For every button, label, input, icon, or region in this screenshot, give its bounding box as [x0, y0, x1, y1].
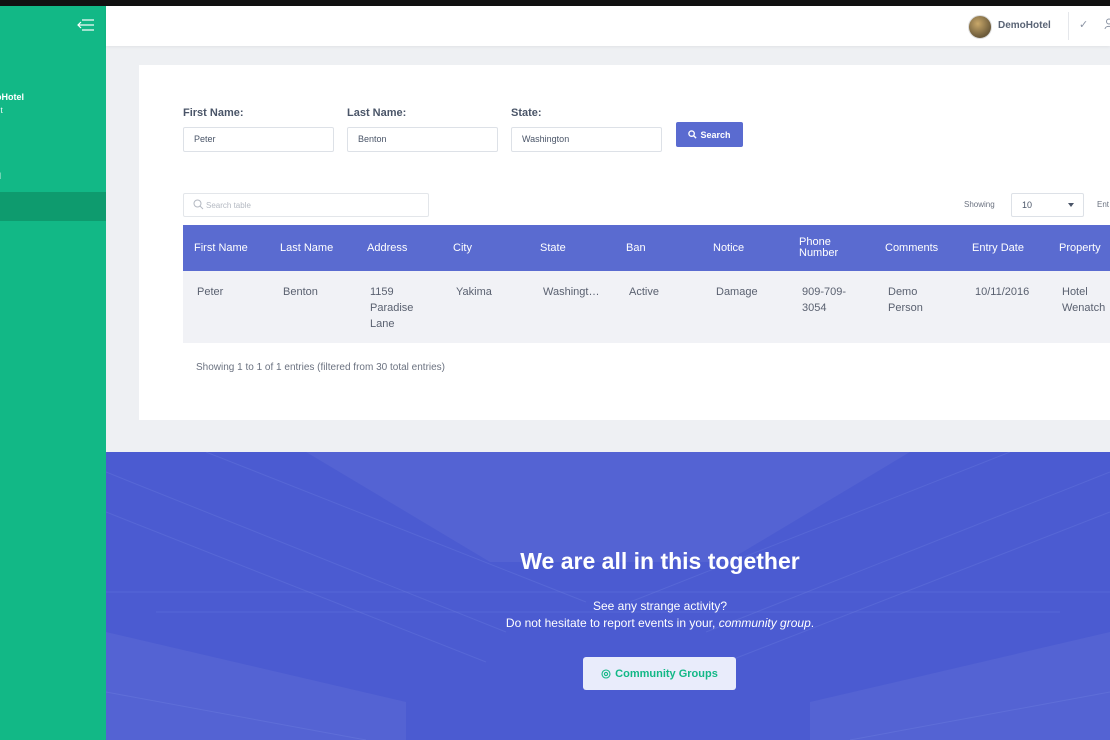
search-icon	[688, 130, 698, 139]
first-name-label: First Name:	[183, 107, 244, 119]
sidebar-item-3[interactable]: s	[0, 279, 106, 308]
avatar[interactable]	[968, 15, 992, 39]
last-name-label: Last Name:	[347, 107, 407, 119]
table-info: Showing 1 to 1 of 1 entries (filtered fr…	[196, 362, 446, 373]
table-search[interactable]	[183, 193, 429, 217]
first-name-input[interactable]: Peter	[183, 127, 334, 152]
column-header[interactable]: First Name	[194, 225, 248, 271]
column-header[interactable]: Entry Date	[972, 225, 1024, 271]
sidebar-item-search[interactable]: h	[0, 192, 106, 221]
state-label: State:	[511, 107, 542, 119]
community-groups-label: Community Groups	[615, 667, 718, 680]
table-cell: 909-709-3054	[802, 286, 847, 314]
sidebar-user-link[interactable]: ut	[0, 106, 3, 115]
search-button[interactable]: Search	[676, 122, 743, 147]
banner-background-image	[106, 452, 1110, 740]
banner-text: See any strange activity?	[592, 599, 728, 613]
column-header[interactable]: Comments	[885, 225, 938, 271]
topbar-divider	[1068, 12, 1069, 40]
table-cell: Damage	[716, 286, 758, 298]
topbar-user-name[interactable]: DemoHotel	[998, 20, 1051, 31]
banner-title: We are all in this together	[520, 548, 800, 574]
table-cell: 1159 Paradise Lane	[370, 286, 414, 330]
user-icon[interactable]	[1104, 18, 1110, 30]
state-input[interactable]: Washington	[511, 127, 662, 152]
table-header: First Name Last Name Address City State …	[183, 225, 1110, 271]
column-header[interactable]: Notice	[713, 225, 744, 271]
search-card: First Name: Last Name: State: Peter Bent…	[139, 65, 1110, 420]
banner-text-suffix: .	[810, 616, 815, 630]
sidebar-user-name: oHotel	[0, 92, 24, 102]
table-cell: Active	[629, 286, 659, 298]
column-header[interactable]: Address	[367, 225, 407, 271]
column-header[interactable]: Property	[1059, 225, 1101, 271]
last-name-input[interactable]: Benton	[347, 127, 498, 152]
check-icon[interactable]: ✓	[1079, 18, 1088, 31]
column-header[interactable]: Last Name	[280, 225, 333, 271]
table-cell: Demo Person	[888, 286, 923, 314]
table-row[interactable]: Peter Benton 1159 Paradise Lane Yakima W…	[183, 271, 1110, 343]
sidebar-item-0[interactable]: N	[0, 131, 106, 160]
column-header[interactable]: State	[540, 225, 566, 271]
table-search-input[interactable]	[206, 197, 406, 213]
column-header[interactable]: Phone Number	[799, 225, 859, 271]
table-cell: Peter	[197, 286, 224, 298]
sidebar-item-label: rd	[0, 171, 1, 181]
column-header[interactable]: Ban	[626, 225, 646, 271]
search-icon	[193, 199, 204, 210]
menu-collapse-icon[interactable]	[76, 17, 96, 33]
table-cell: Yakima	[456, 286, 492, 298]
page-size-value: 10	[1022, 200, 1033, 210]
sidebar-item-1[interactable]: rd	[0, 162, 106, 191]
sidebar: l oHotel ut N rd h s	[0, 6, 106, 740]
community-groups-button[interactable]: Community Groups	[583, 657, 736, 690]
column-header[interactable]: City	[453, 225, 472, 271]
showing-label: Showing	[964, 200, 995, 209]
top-bar: DemoHotel ✓	[106, 6, 1110, 46]
table-cell: Washingt…	[543, 286, 600, 298]
table-cell: Hotel Wenatch	[1062, 286, 1106, 314]
table-cell: Benton	[283, 286, 318, 298]
page-size-select[interactable]: 10	[1011, 193, 1084, 217]
banner-text-2: Do not hesitate to report events in your…	[106, 616, 1110, 630]
table-cell: 10/11/2016	[975, 286, 1030, 298]
banner-text-emphasis: community group	[718, 616, 811, 630]
chevron-down-icon	[1068, 203, 1074, 207]
community-icon	[601, 668, 611, 679]
entries-label: Ent	[1097, 200, 1110, 209]
search-button-label: Search	[700, 129, 731, 140]
banner-text-prefix: Do not hesitate to report events in your…	[505, 616, 719, 630]
community-banner: We are all in this together See any stra…	[106, 452, 1110, 740]
